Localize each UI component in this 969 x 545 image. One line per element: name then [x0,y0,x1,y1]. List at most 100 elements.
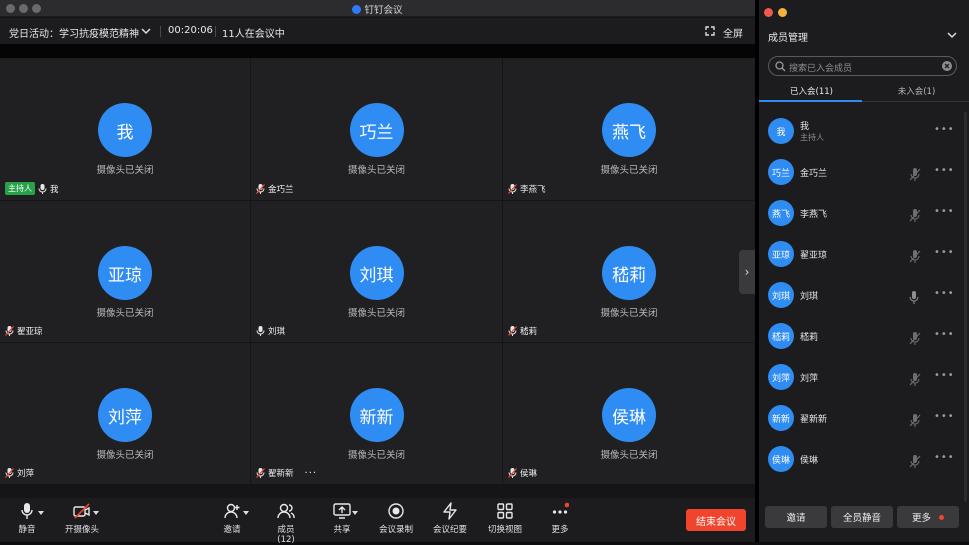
video-tile[interactable]: 侯琳 摄像头已关闭 侯琳 [503,343,755,484]
member-avatar: 刘琪 [768,282,794,308]
member-mic-toggle[interactable] [909,453,921,472]
top-band [0,44,755,58]
mute-all-button[interactable]: 全员静音 [831,506,893,528]
member-mic-toggle[interactable] [909,289,919,308]
member-list-scrollbar[interactable] [964,112,967,502]
member-mic-toggle[interactable] [909,330,921,349]
member-row[interactable]: 新新 翟新新 ••• [759,398,969,438]
member-row[interactable]: 巧兰 金巧兰 ••• [759,152,969,192]
tab-joined[interactable]: 已入会(11) [759,85,864,97]
member-row[interactable]: 刘琪 刘琪 ••• [759,275,969,315]
mute-button[interactable]: 静音 [15,502,39,535]
microphone-muted-icon [256,184,265,194]
member-mic-toggle[interactable] [909,371,921,390]
camera-options-caret-icon[interactable] [93,511,99,515]
video-tile[interactable]: 新新 摄像头已关闭 翟新新 ··· [251,343,502,484]
panel-more-button[interactable]: 更多 [897,506,959,528]
microphone-muted-icon [256,468,265,478]
member-row[interactable]: 燕飞 李燕飞 ••• [759,193,969,233]
end-meeting-button[interactable]: 结束会议 [686,509,746,531]
panel-invite-button[interactable]: 邀请 [765,506,827,528]
panel-title: 成员管理 [768,33,808,44]
clear-search-icon[interactable] [942,61,952,71]
member-name: 翟新新 [800,415,828,425]
video-tile[interactable]: 我摄像头已关闭 主持人我 [0,58,250,200]
member-name: 刘萍 [800,374,819,384]
member-more-button[interactable]: ••• [934,206,955,217]
member-row[interactable]: 亚琼 翟亚琼 ••• [759,234,969,274]
meeting-topic[interactable]: 党日活动：学习抗疫模范精神 [9,25,139,40]
fullscreen-icon[interactable] [705,26,715,36]
member-mic-toggle[interactable] [909,166,921,185]
member-row[interactable]: 我我主持人 ••• [759,111,969,151]
search-icon [775,61,786,72]
member-search-input[interactable]: 搜索已入会成员 [768,56,957,76]
close-panel-button[interactable] [764,8,773,17]
member-row[interactable]: 嵇莉 嵇莉 ••• [759,316,969,356]
participant-nameplate: 嵇莉 [508,325,537,337]
member-row[interactable]: 刘萍 刘萍 ••• [759,357,969,397]
microphone-icon [21,503,33,519]
microphone-muted-icon [909,414,921,427]
share-button[interactable]: 共享 [331,502,353,535]
member-name: 翟亚琼 [800,251,828,261]
participant-name: 翟新新 [268,469,294,479]
chevron-right-icon: › [744,265,750,279]
mute-options-caret-icon[interactable] [38,511,44,515]
meeting-toolbar: 静音 开摄像头 邀请 成员(12) 共享 会议录制 会议纪要 切换视图 更多 [0,498,755,545]
member-mic-toggle[interactable] [909,248,921,267]
member-more-button[interactable]: ••• [934,247,955,258]
video-tile[interactable]: 刘琪 摄像头已关闭 刘琪 [251,201,502,342]
member-avatar: 侯琳 [768,446,794,472]
microphone-muted-icon [909,250,921,263]
collapse-panel-button[interactable]: › [739,250,755,294]
add-user-icon [224,503,240,519]
more-button[interactable]: 更多 [550,502,570,535]
tile-more-button[interactable]: ··· [305,468,318,479]
microphone-muted-icon [508,468,517,478]
member-name: 侯琳 [800,456,819,466]
fullscreen-button[interactable]: 全屏 [723,25,743,40]
invite-options-caret-icon[interactable] [243,511,249,515]
record-button[interactable]: 会议录制 [379,502,413,535]
chevron-down-icon[interactable] [141,27,151,35]
member-mic-toggle[interactable] [909,207,921,226]
window-title: 钉钉会议 [0,2,755,16]
minimize-panel-button[interactable] [778,8,787,17]
member-more-button[interactable]: ••• [934,329,955,340]
switch-view-button[interactable]: 切换视图 [488,502,522,535]
video-tile[interactable]: 刘萍 摄像头已关闭 刘萍 [0,343,250,484]
video-tile[interactable]: 巧兰 摄像头已关闭 金巧兰 [251,58,502,200]
participant-nameplate: 李燕飞 [508,183,546,195]
tab-not-joined[interactable]: 未入会(1) [864,85,969,97]
microphone-muted-icon [508,326,517,336]
member-row[interactable]: 侯琳 侯琳 ••• [759,439,969,479]
members-button[interactable]: 成员(12) [269,502,303,545]
camera-off-label: 摄像头已关闭 [600,450,658,461]
participant-nameplate: 主持人 我 [5,182,59,195]
attendance-count: 11人在会议中 [222,29,285,40]
member-more-button[interactable]: ••• [934,452,955,463]
grid-view-icon [497,503,513,519]
member-more-button[interactable]: ••• [934,124,955,135]
microphone-muted-icon [909,373,921,386]
member-avatar: 刘萍 [768,364,794,390]
video-tile[interactable]: 嵇莉 摄像头已关闭 嵇莉 [503,201,755,342]
title-bar: 钉钉会议 [0,0,755,17]
member-more-button[interactable]: ••• [934,165,955,176]
member-more-button[interactable]: ••• [934,411,955,422]
member-more-button[interactable]: ••• [934,288,955,299]
share-options-caret-icon[interactable] [352,511,358,515]
camera-off-label: 摄像头已关闭 [96,308,154,319]
participant-name: 李燕飞 [520,185,546,195]
minutes-button[interactable]: 会议纪要 [433,502,467,535]
video-tile[interactable]: 燕飞 摄像头已关闭 李燕飞 [503,58,755,200]
microphone-icon [38,183,47,194]
invite-button[interactable]: 邀请 [220,502,244,535]
video-tile[interactable]: 亚琼 摄像头已关闭 翟亚琼 [0,201,250,342]
chevron-down-icon[interactable] [947,31,957,39]
dingtalk-logo-icon [352,5,362,14]
member-mic-toggle[interactable] [909,412,921,431]
member-more-button[interactable]: ••• [934,370,955,381]
camera-button[interactable]: 开摄像头 [63,502,101,535]
